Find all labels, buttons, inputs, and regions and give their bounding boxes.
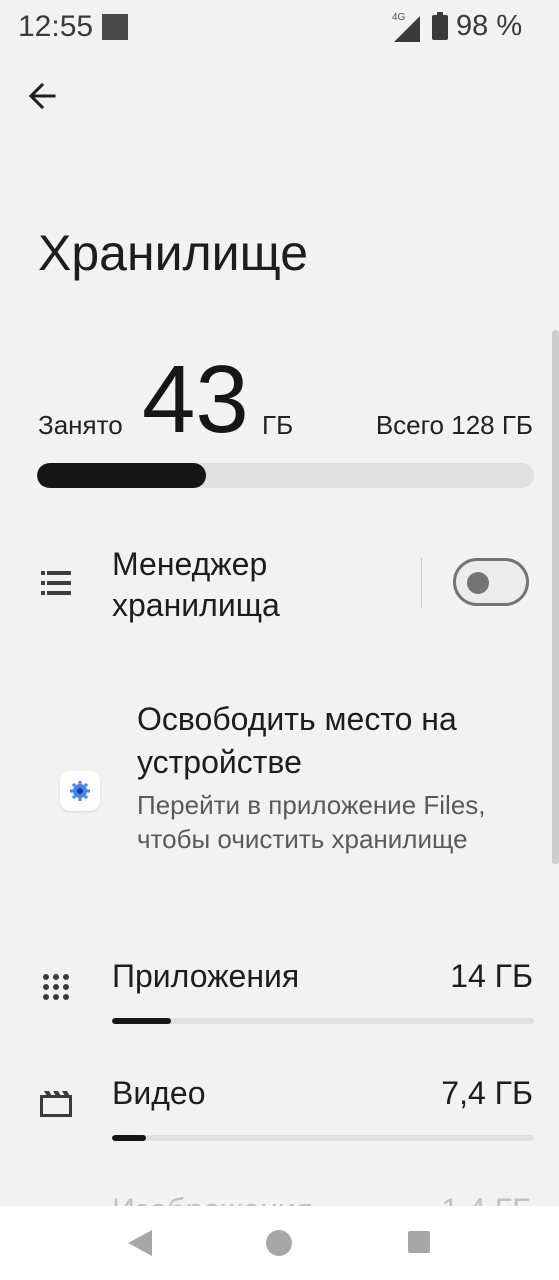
used-unit: ГБ xyxy=(262,410,294,440)
battery-icon xyxy=(432,12,448,40)
used-value: 43 xyxy=(142,346,249,453)
category-video-bar xyxy=(112,1135,534,1141)
back-arrow-icon[interactable] xyxy=(24,76,64,116)
gear-icon xyxy=(70,781,90,801)
category-apps-bar-fill xyxy=(112,1018,172,1024)
free-up-space-subtitle: Перейти в приложение Files, чтобы очисти… xyxy=(137,790,486,854)
battery-percent: 98 % xyxy=(456,10,523,42)
storage-manager-toggle[interactable] xyxy=(453,558,529,606)
nav-recents-icon[interactable] xyxy=(408,1231,430,1253)
total-label: Всего 128 ГБ xyxy=(375,410,533,440)
signal-icon xyxy=(394,16,420,42)
system-nav-bar xyxy=(0,1206,559,1280)
storage-list-icon xyxy=(41,571,71,595)
scrollbar[interactable] xyxy=(552,330,559,864)
nav-back-icon[interactable] xyxy=(128,1230,152,1256)
video-icon xyxy=(40,1091,72,1117)
category-apps-bar xyxy=(112,1018,534,1024)
category-apps-label[interactable]: Приложения xyxy=(112,958,299,995)
storage-usage-bar xyxy=(37,463,534,488)
files-app-icon xyxy=(60,771,100,811)
status-time: 12:55 xyxy=(18,10,94,43)
category-video-label[interactable]: Видео xyxy=(112,1075,205,1112)
storage-manager-label[interactable]: Менеджер хранилища xyxy=(112,544,412,626)
page-title: Хранилище xyxy=(38,225,308,281)
notification-square-icon xyxy=(102,14,128,40)
apps-grid-icon xyxy=(43,974,69,1000)
toggle-knob xyxy=(467,572,489,594)
category-video-size: 7,4 ГБ xyxy=(441,1075,533,1111)
nav-home-icon[interactable] xyxy=(266,1230,292,1256)
category-video-bar-fill xyxy=(112,1135,146,1141)
storage-usage-bar-fill xyxy=(37,463,206,488)
divider xyxy=(421,558,422,608)
category-apps-size: 14 ГБ xyxy=(450,958,533,994)
free-up-space-title[interactable]: Освободить место на устройстве xyxy=(137,698,527,784)
used-label: Занято xyxy=(38,410,123,440)
